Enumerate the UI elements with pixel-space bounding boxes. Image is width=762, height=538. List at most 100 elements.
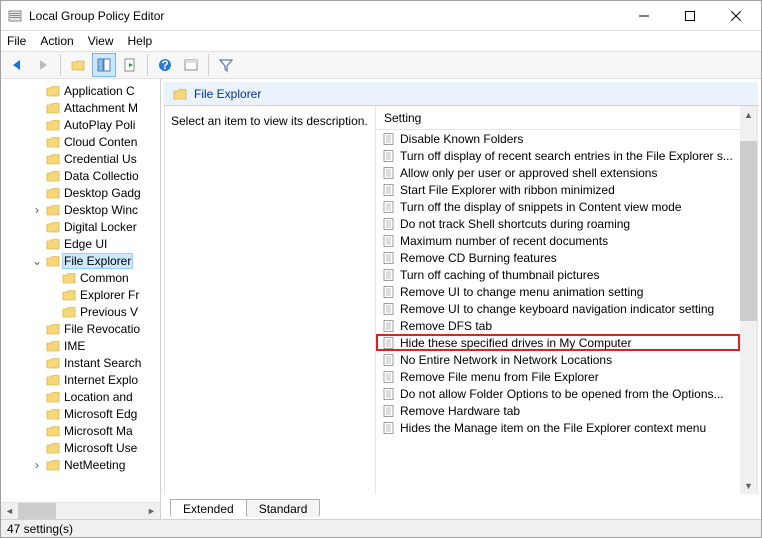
tree-item[interactable]: ›NetMeeting <box>1 456 160 473</box>
description-prompt: Select an item to view its description. <box>171 114 368 128</box>
options-button[interactable] <box>179 53 203 77</box>
menu-help[interactable]: Help <box>128 34 153 48</box>
setting-item[interactable]: Allow only per user or approved shell ex… <box>376 164 740 181</box>
tree-item[interactable]: Explorer Fr <box>1 286 160 303</box>
setting-item[interactable]: Start File Explorer with ribbon minimize… <box>376 181 740 198</box>
forward-button[interactable] <box>31 53 55 77</box>
tree-item-label: Attachment M <box>64 101 138 115</box>
column-header-setting[interactable]: Setting <box>376 106 740 130</box>
tree-item[interactable]: Credential Us <box>1 150 160 167</box>
setting-item[interactable]: Maximum number of recent documents <box>376 232 740 249</box>
tree-item[interactable]: Instant Search <box>1 354 160 371</box>
setting-item[interactable]: Disable Known Folders <box>376 130 740 147</box>
setting-item[interactable]: Hide these specified drives in My Comput… <box>376 334 740 351</box>
setting-item[interactable]: Remove DFS tab <box>376 317 740 334</box>
setting-item[interactable]: No Entire Network in Network Locations <box>376 351 740 368</box>
setting-item[interactable]: Remove UI to change menu animation setti… <box>376 283 740 300</box>
tree-item[interactable]: Cloud Conten <box>1 133 160 150</box>
tree-item-label: Data Collectio <box>64 169 139 183</box>
maximize-button[interactable] <box>667 2 713 30</box>
tree-item-label: Edge UI <box>64 237 107 251</box>
menu-file[interactable]: File <box>7 34 26 48</box>
tree-item[interactable]: Application C <box>1 82 160 99</box>
list-vertical-scrollbar[interactable]: ▲ ▼ <box>740 106 757 494</box>
tree-item[interactable]: ›Desktop Winc <box>1 201 160 218</box>
window-title: Local Group Policy Editor <box>29 9 621 23</box>
tree-item[interactable]: Microsoft Ma <box>1 422 160 439</box>
tree-item[interactable]: ⌄ File Explorer <box>1 252 160 269</box>
folder-icon <box>45 457 61 473</box>
tree-item-label: Credential Us <box>64 152 137 166</box>
tree-item-label: Desktop Gadg <box>64 186 141 200</box>
tree-item[interactable]: Common <box>1 269 160 286</box>
tree-item-label: AutoPlay Poli <box>64 118 135 132</box>
setting-item[interactable]: Remove File menu from File Explorer <box>376 368 740 385</box>
tree-item[interactable]: AutoPlay Poli <box>1 116 160 133</box>
tree-item[interactable]: Microsoft Edg <box>1 405 160 422</box>
folder-icon <box>45 83 61 99</box>
tree-item[interactable]: Microsoft Use <box>1 439 160 456</box>
scroll-up-icon[interactable]: ▲ <box>740 106 757 123</box>
export-list-button[interactable] <box>118 53 142 77</box>
scroll-left-icon[interactable]: ◄ <box>1 503 18 520</box>
setting-label: Allow only per user or approved shell ex… <box>400 166 657 180</box>
tree-item[interactable]: IME <box>1 337 160 354</box>
scroll-down-icon[interactable]: ▼ <box>740 477 757 494</box>
setting-item[interactable]: Remove Hardware tab <box>376 402 740 419</box>
setting-item[interactable]: Turn off the display of snippets in Cont… <box>376 198 740 215</box>
tree-item-label: IME <box>64 339 85 353</box>
menu-view[interactable]: View <box>88 34 114 48</box>
show-hide-tree-button[interactable] <box>66 53 90 77</box>
help-button[interactable]: ? <box>153 53 177 77</box>
tab-extended[interactable]: Extended <box>170 499 247 517</box>
back-button[interactable] <box>5 53 29 77</box>
chevron-right-icon[interactable]: › <box>31 459 43 471</box>
tree-item[interactable]: Location and <box>1 388 160 405</box>
setting-item[interactable]: Hides the Manage item on the File Explor… <box>376 419 740 436</box>
setting-label: No Entire Network in Network Locations <box>400 353 612 367</box>
properties-button[interactable] <box>92 53 116 77</box>
folder-icon <box>61 270 77 286</box>
setting-label: Remove File menu from File Explorer <box>400 370 599 384</box>
status-text: 47 setting(s) <box>7 522 73 536</box>
policy-icon <box>382 387 396 401</box>
tree-item[interactable]: Data Collectio <box>1 167 160 184</box>
policy-icon <box>382 200 396 214</box>
setting-item[interactable]: Do not allow Folder Options to be opened… <box>376 385 740 402</box>
tab-standard[interactable]: Standard <box>246 499 321 517</box>
tree-item[interactable]: Internet Explo <box>1 371 160 388</box>
tree-item-label: Microsoft Edg <box>64 407 137 421</box>
tree-item[interactable]: File Revocatio <box>1 320 160 337</box>
setting-item[interactable]: Turn off display of recent search entrie… <box>376 147 740 164</box>
tree-item-label: File Explorer <box>62 253 133 269</box>
setting-item[interactable]: Do not track Shell shortcuts during roam… <box>376 215 740 232</box>
scroll-right-icon[interactable]: ► <box>143 503 160 520</box>
filter-button[interactable] <box>214 53 238 77</box>
setting-item[interactable]: Remove UI to change keyboard navigation … <box>376 300 740 317</box>
policy-icon <box>382 421 396 435</box>
menu-action[interactable]: Action <box>40 34 73 48</box>
policy-icon <box>382 217 396 231</box>
tree-item[interactable]: Edge UI <box>1 235 160 252</box>
minimize-button[interactable] <box>621 2 667 30</box>
folder-icon <box>45 355 61 371</box>
folder-icon <box>45 338 61 354</box>
tree-horizontal-scrollbar[interactable]: ◄ ► <box>1 502 160 519</box>
settings-list[interactable]: Disable Known FoldersTurn off display of… <box>376 130 740 494</box>
folder-icon <box>45 100 61 116</box>
setting-item[interactable]: Turn off caching of thumbnail pictures <box>376 266 740 283</box>
tree-item[interactable]: Desktop Gadg <box>1 184 160 201</box>
tree-item[interactable]: Digital Locker <box>1 218 160 235</box>
tree-view[interactable]: Application C Attachment M AutoPlay PoliCl… <box>1 79 160 502</box>
close-button[interactable] <box>713 2 759 30</box>
setting-item[interactable]: Remove CD Burning features <box>376 249 740 266</box>
policy-icon <box>382 166 396 180</box>
tree-item[interactable]: Attachment M <box>1 99 160 116</box>
chevron-down-icon[interactable]: ⌄ <box>31 255 43 267</box>
tree-item[interactable]: Previous V <box>1 303 160 320</box>
policy-icon <box>382 370 396 384</box>
policy-icon <box>382 285 396 299</box>
chevron-right-icon[interactable]: › <box>31 204 43 216</box>
tree-item-label: Internet Explo <box>64 373 138 387</box>
policy-icon <box>382 302 396 316</box>
